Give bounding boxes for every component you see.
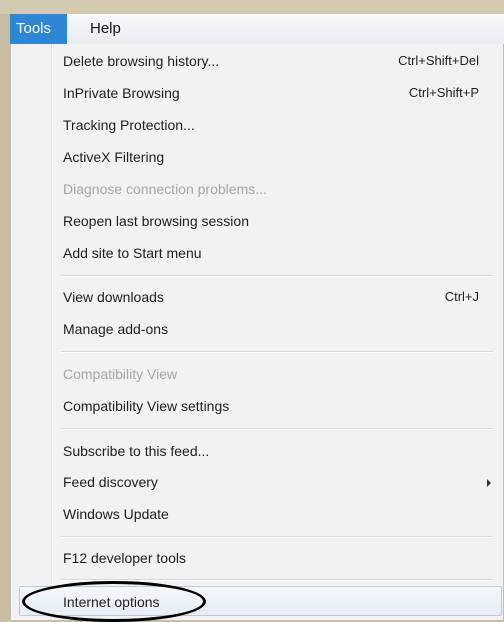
menu-item-label: Compatibility View settings: [63, 398, 230, 414]
menu-item-label: Feed discovery: [63, 474, 158, 490]
menu-item-delete-browsing-history[interactable]: Delete browsing history... Ctrl+Shift+De…: [11, 46, 503, 76]
submenu-arrow-icon: [487, 479, 491, 487]
menu-item-manage-add-ons[interactable]: Manage add-ons: [11, 314, 503, 344]
menu-item-label: View downloads: [63, 289, 164, 305]
menu-item-compatibility-view-settings[interactable]: Compatibility View settings: [11, 391, 503, 421]
menu-item-label: Subscribe to this feed...: [63, 443, 210, 459]
menu-item-label: ActiveX Filtering: [63, 149, 165, 165]
menu-item-label: Compatibility View: [63, 366, 178, 382]
tools-menu: Delete browsing history... Ctrl+Shift+De…: [10, 44, 504, 620]
menu-item-view-downloads[interactable]: View downloads Ctrl+J: [11, 282, 503, 312]
menu-item-label: Diagnose connection problems...: [63, 181, 267, 197]
menu-bar: Tools Help: [10, 14, 504, 45]
menu-item-compatibility-view: Compatibility View: [11, 359, 503, 389]
menu-item-diagnose-connection-problems: Diagnose connection problems...: [11, 174, 503, 204]
menu-item-reopen-last-session[interactable]: Reopen last browsing session: [11, 206, 503, 236]
menu-item-feed-discovery[interactable]: Feed discovery: [11, 467, 503, 497]
menu-item-shortcut: Ctrl+Shift+Del: [398, 53, 479, 68]
menu-item-tracking-protection[interactable]: Tracking Protection...: [11, 110, 503, 140]
menu-item-label: Add site to Start menu: [63, 245, 202, 261]
menu-item-internet-options[interactable]: Internet options: [19, 586, 502, 616]
menu-item-label: Delete browsing history...: [63, 53, 220, 69]
menu-item-label: Windows Update: [63, 506, 169, 522]
menu-item-label: F12 developer tools: [63, 550, 186, 566]
menu-separator: [61, 275, 493, 277]
menu-item-label: InPrivate Browsing: [63, 85, 180, 101]
menu-item-label: Manage add-ons: [63, 321, 169, 337]
menu-item-f12-developer-tools[interactable]: F12 developer tools: [11, 543, 503, 573]
menu-separator: [61, 536, 493, 538]
menu-item-subscribe-to-feed[interactable]: Subscribe to this feed...: [11, 436, 503, 466]
menu-item-label: Tracking Protection...: [63, 117, 195, 133]
menu-separator: [61, 579, 493, 581]
menu-separator: [61, 351, 493, 353]
menu-item-label: Reopen last browsing session: [63, 213, 249, 229]
menu-item-shortcut: Ctrl+Shift+P: [408, 85, 479, 100]
menu-item-shortcut: Ctrl+J: [444, 289, 479, 304]
menu-item-activex-filtering[interactable]: ActiveX Filtering: [11, 142, 503, 172]
window-top-edge: [0, 0, 504, 14]
menu-item-add-site-to-start-menu[interactable]: Add site to Start menu: [11, 238, 503, 268]
menu-item-windows-update[interactable]: Windows Update: [11, 499, 503, 529]
menubar-tools[interactable]: Tools: [10, 14, 67, 44]
menu-item-label: Internet options: [63, 594, 160, 610]
menubar-help[interactable]: Help: [82, 14, 129, 44]
menu-separator: [61, 428, 493, 430]
menu-item-inprivate-browsing[interactable]: InPrivate Browsing Ctrl+Shift+P: [11, 78, 503, 108]
